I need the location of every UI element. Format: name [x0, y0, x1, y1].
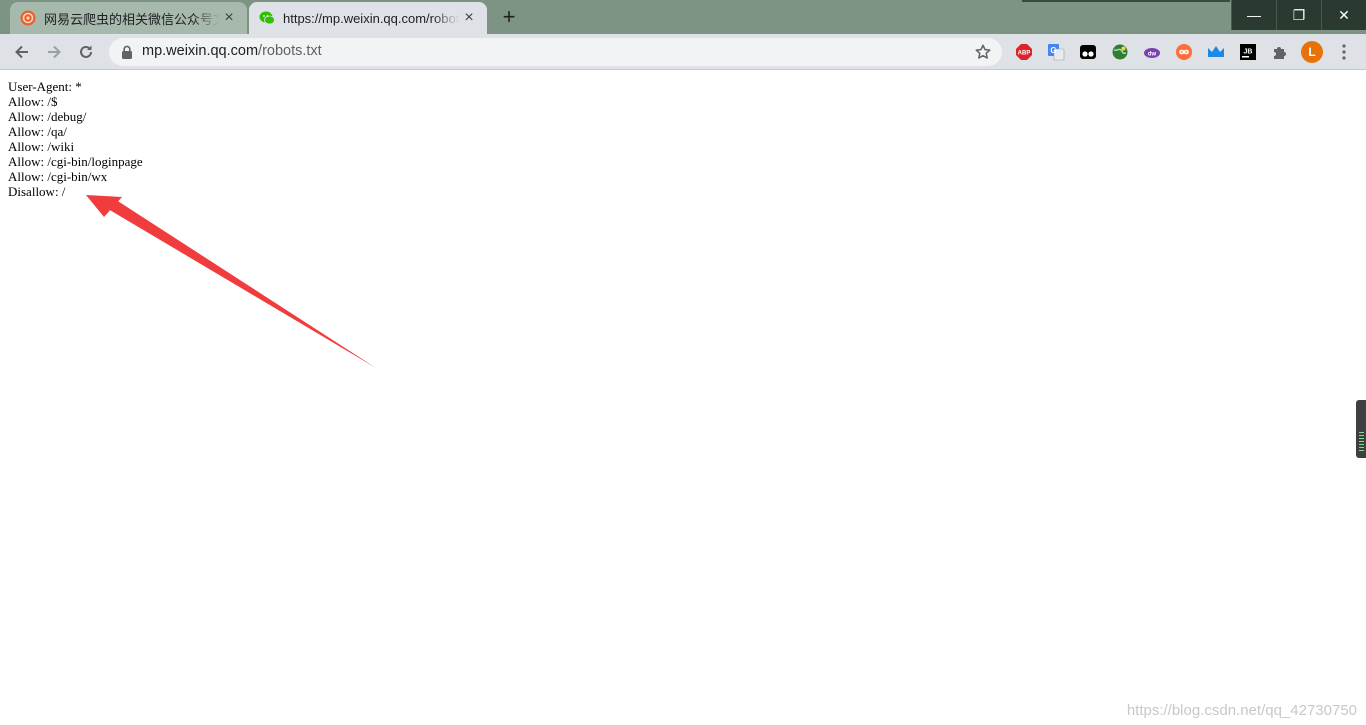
tab-robots-txt[interactable]: https://mp.weixin.qq.com/robots.txt × [249, 2, 487, 34]
profile-avatar[interactable]: L [1301, 41, 1323, 63]
new-tab-button[interactable]: + [498, 6, 520, 28]
back-button[interactable] [8, 38, 36, 66]
reload-button[interactable] [72, 38, 100, 66]
infinity-extension[interactable] [1174, 42, 1194, 62]
browser-toolbar: mp.weixin.qq.com/robots.txt ABP G dw JB … [0, 34, 1366, 70]
level-bars [1359, 432, 1364, 452]
forward-button[interactable] [40, 38, 68, 66]
arrow-right-icon [48, 45, 61, 59]
tab-strip: 网易云爬虫的相关微信公众号文章 × https://mp.weixin.qq.c… [0, 0, 1366, 34]
title-bar-accent [1022, 0, 1230, 2]
lock-icon[interactable] [121, 45, 133, 59]
browser-menu-button[interactable] [1336, 42, 1352, 62]
tab-close-icon[interactable]: × [459, 8, 479, 28]
tampermonkey-icon [1080, 45, 1096, 59]
address-bar[interactable]: mp.weixin.qq.com/robots.txt [109, 38, 1002, 66]
puzzle-icon [1274, 47, 1286, 59]
tab-title: 网易云爬虫的相关微信公众号文章 [44, 11, 219, 27]
reload-icon [80, 45, 92, 58]
google-translate-extension[interactable]: G [1046, 42, 1066, 62]
abp-extension[interactable]: ABP [1014, 42, 1034, 62]
svg-text:ABP: ABP [1018, 51, 1031, 57]
download-extension[interactable]: dw [1142, 42, 1162, 62]
extensions-menu[interactable] [1270, 42, 1290, 62]
tampermonkey-extension[interactable] [1078, 42, 1098, 62]
svg-text:JB: JB [1244, 49, 1253, 56]
crown-extension[interactable] [1206, 42, 1226, 62]
svg-text:G: G [1050, 46, 1056, 55]
tab-netease-article[interactable]: 网易云爬虫的相关微信公众号文章 × [10, 2, 247, 34]
globe-extension[interactable] [1110, 42, 1130, 62]
tab-title: https://mp.weixin.qq.com/robots.txt [283, 10, 459, 26]
netease-favicon-icon [20, 10, 36, 26]
svg-text:dw: dw [1148, 52, 1157, 58]
abp-icon: ABP [1016, 44, 1032, 60]
google-translate-icon: G [1048, 44, 1065, 61]
tab-close-icon[interactable]: × [219, 8, 239, 28]
wechat-favicon-icon [259, 11, 275, 25]
arrow-left-icon [15, 45, 28, 59]
url-host: mp.weixin.qq.com [142, 43, 259, 59]
bookmark-star-icon[interactable] [974, 43, 992, 61]
kebab-menu-icon [1342, 44, 1346, 60]
window-controls: — ❐ ✕ [1231, 0, 1366, 30]
restore-button[interactable]: ❐ [1276, 0, 1321, 30]
url-path: /robots.txt [258, 43, 322, 59]
side-widget-tab[interactable] [1356, 400, 1366, 458]
close-window-button[interactable]: ✕ [1321, 0, 1366, 30]
red-annotation-arrow [86, 195, 376, 368]
jetbrains-extension[interactable]: JB [1238, 42, 1258, 62]
page-content: User-Agent: * Allow: /$ Allow: /debug/Allo… [0, 71, 1366, 725]
jetbrains-icon: JB [1240, 44, 1256, 60]
url-text[interactable]: mp.weixin.qq.com/robots.txt [142, 43, 322, 59]
infinity-extension-icon [1176, 44, 1192, 60]
download-extension-icon: dw [1144, 48, 1160, 58]
crown-extension-icon [1208, 46, 1224, 57]
globe-extension-icon [1112, 44, 1128, 60]
watermark: https://blog.csdn.net/qq_42730750 [1126, 702, 1357, 719]
minimize-button[interactable]: — [1231, 0, 1276, 30]
